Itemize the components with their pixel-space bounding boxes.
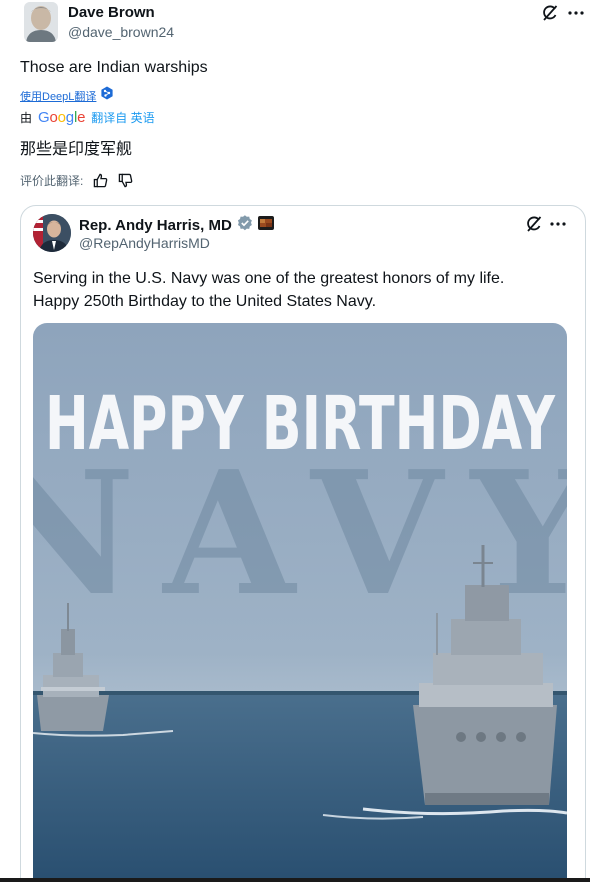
quoted-more-options-icon[interactable] [548, 215, 568, 233]
author-avatar[interactable] [24, 2, 58, 42]
quoted-text-line-2: Happy 250th Birthday to the United State… [33, 293, 377, 310]
thumbs-up-icon[interactable] [93, 173, 108, 188]
quoted-name-row: Rep. Andy Harris, MD [79, 215, 274, 236]
verified-badge-icon [237, 215, 253, 236]
deepl-translate[interactable]: 使用DeepL翻译 [20, 86, 114, 105]
grok-icon[interactable] [540, 4, 560, 22]
post-text: Those are Indian warships [20, 59, 208, 76]
quoted-text-line-1: Serving in the U.S. Navy was one of the … [33, 270, 505, 287]
deepl-icon [100, 86, 114, 105]
image-headline-text: HAPPY BIRTHDAY [45, 381, 556, 467]
author-name[interactable]: Dave Brown [68, 4, 155, 21]
page: Dave Brown @dave_brown24 Those are India… [0, 0, 590, 882]
google-logo: Google [38, 109, 86, 126]
translated-text: 那些是印度军舰 [20, 141, 133, 158]
rate-translation: 评价此翻译: [20, 172, 133, 189]
google-prefix: 由 [20, 111, 33, 125]
google-translate-row: 由 Google 翻译自 英语 [20, 109, 155, 126]
quoted-post-text: Serving in the U.S. Navy was one of the … [33, 267, 573, 313]
rate-label: 评价此翻译: [20, 174, 84, 188]
quoted-author-handle[interactable]: @RepAndyHarrisMD [79, 235, 210, 251]
quoted-author-avatar[interactable] [33, 214, 71, 252]
quoted-grok-icon[interactable] [524, 215, 544, 233]
bottom-edge-bar [0, 878, 590, 882]
government-badge-icon [257, 216, 274, 235]
deepl-translate-link[interactable]: 使用DeepL翻译 [20, 88, 96, 104]
google-translate-link[interactable]: 翻译自 英语 [91, 109, 154, 126]
more-options-icon[interactable] [566, 4, 586, 22]
thumbs-down-icon[interactable] [118, 173, 133, 188]
quoted-post-image[interactable]: NAVY HAPPY BIRTHDAY [33, 323, 567, 882]
quoted-post[interactable]: Rep. Andy Harris, MD @RepAndyHarrisMD Se… [20, 205, 586, 882]
author-handle[interactable]: @dave_brown24 [68, 24, 174, 40]
quoted-author-name[interactable]: Rep. Andy Harris, MD [79, 217, 232, 234]
